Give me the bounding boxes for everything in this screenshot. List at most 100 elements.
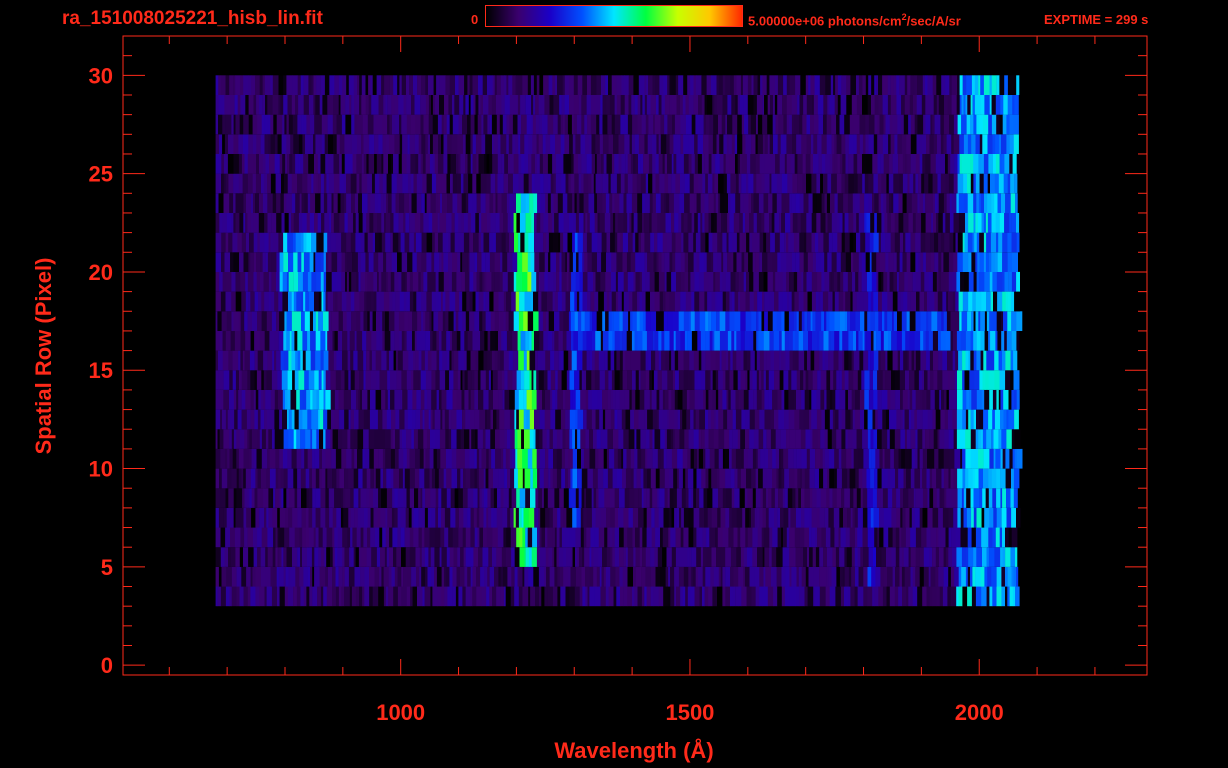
heatmap-cell (225, 448, 228, 469)
heatmap-cell (592, 330, 596, 351)
heatmap-cell (984, 507, 990, 528)
heatmap-cell (824, 389, 827, 410)
heatmap-cell (881, 271, 884, 292)
heatmap-cell (543, 213, 549, 233)
heatmap-cell (817, 429, 821, 449)
heatmap-cell (397, 566, 402, 587)
heatmap-cell (873, 547, 877, 567)
heatmap-cell (623, 429, 629, 449)
heatmap-cell (790, 213, 794, 233)
heatmap-cell (948, 429, 954, 449)
heatmap-cell (485, 468, 489, 489)
heatmap-cell (593, 547, 599, 567)
heatmap-cell (837, 271, 841, 292)
heatmap-cell (247, 429, 250, 449)
heatmap-cell (236, 429, 241, 449)
heatmap-cell (696, 468, 702, 489)
heatmap-cell (500, 586, 505, 607)
heatmap-cell (653, 252, 657, 272)
heatmap-cell (797, 213, 801, 233)
heatmap-cell (536, 389, 539, 410)
heatmap-cell (367, 507, 371, 528)
heatmap-cell (604, 488, 611, 508)
heatmap-cell (494, 271, 500, 292)
heatmap-cell (312, 586, 318, 607)
heatmap-cell (307, 330, 311, 351)
heatmap-cell (852, 271, 856, 292)
heatmap-cell (980, 311, 986, 331)
heatmap-cell (937, 173, 942, 194)
heatmap-cell (849, 232, 854, 253)
heatmap-cell (979, 173, 984, 194)
heatmap-cell (989, 389, 994, 410)
heatmap-cell (360, 488, 367, 508)
heatmap-cell (787, 488, 793, 508)
heatmap-cell (671, 448, 678, 469)
heatmap-cell (698, 448, 704, 469)
heatmap-cell (828, 507, 835, 528)
heatmap-cell (1010, 173, 1015, 194)
heatmap-cell (383, 193, 387, 213)
heatmap-cell (364, 566, 370, 587)
heatmap-cell (793, 448, 797, 469)
heatmap-cell (375, 409, 379, 430)
heatmap-cell (514, 566, 518, 587)
heatmap-cell (270, 173, 276, 194)
heatmap-cell (594, 291, 599, 312)
heatmap-cell (366, 488, 370, 508)
heatmap-cell (552, 547, 555, 567)
heatmap-cell (987, 566, 992, 587)
heatmap-cell (415, 350, 419, 371)
heatmap-cell (900, 429, 906, 449)
heatmap-cell (831, 173, 838, 194)
heatmap-cell (500, 488, 504, 508)
heatmap-cell (227, 448, 230, 469)
heatmap-cell (901, 330, 906, 351)
heatmap-cell (519, 547, 525, 567)
heatmap-cell (413, 291, 417, 312)
heatmap-cell (758, 429, 764, 449)
heatmap-cell (336, 507, 342, 528)
heatmap-cell (679, 429, 685, 449)
heatmap-cell (969, 389, 972, 410)
heatmap-cell (705, 409, 709, 430)
heatmap-cell (677, 389, 683, 410)
heatmap-cell (543, 370, 548, 390)
heatmap-cell (531, 173, 535, 194)
heatmap-cell (877, 527, 880, 548)
heatmap-cell (854, 193, 860, 213)
heatmap-cell (220, 527, 226, 548)
heatmap-cell (1003, 409, 1007, 430)
heatmap-cell (345, 271, 348, 292)
heatmap-cell (910, 429, 916, 449)
heatmap-cell (403, 448, 408, 469)
heatmap-cell (454, 232, 459, 253)
heatmap-cell (629, 193, 633, 213)
heatmap-cell (705, 468, 709, 489)
heatmap-cell (270, 389, 276, 410)
heatmap-cell (367, 232, 374, 253)
heatmap-cell (705, 232, 709, 253)
heatmap-cell (703, 448, 706, 469)
heatmap-cell (983, 409, 989, 430)
heatmap-cell (877, 429, 882, 449)
heatmap-cell (971, 311, 974, 331)
heatmap-cell (822, 448, 826, 469)
heatmap-cell (1008, 527, 1012, 548)
heatmap-cell (406, 488, 411, 508)
heatmap-cell (491, 271, 495, 292)
heatmap-cell (321, 468, 326, 489)
heatmap-cell (231, 213, 234, 233)
heatmap-cell (527, 527, 533, 548)
heatmap-cell (983, 448, 990, 469)
heatmap-cell (354, 566, 361, 587)
heatmap-cell (878, 193, 882, 213)
heatmap-cell (614, 232, 618, 253)
heatmap-cell (575, 389, 581, 410)
heatmap-cell (882, 488, 889, 508)
heatmap-cell (470, 527, 475, 548)
heatmap-cell (226, 213, 232, 233)
heatmap-cell (900, 488, 904, 508)
heatmap-cell (323, 350, 329, 371)
heatmap-cell (601, 252, 607, 272)
